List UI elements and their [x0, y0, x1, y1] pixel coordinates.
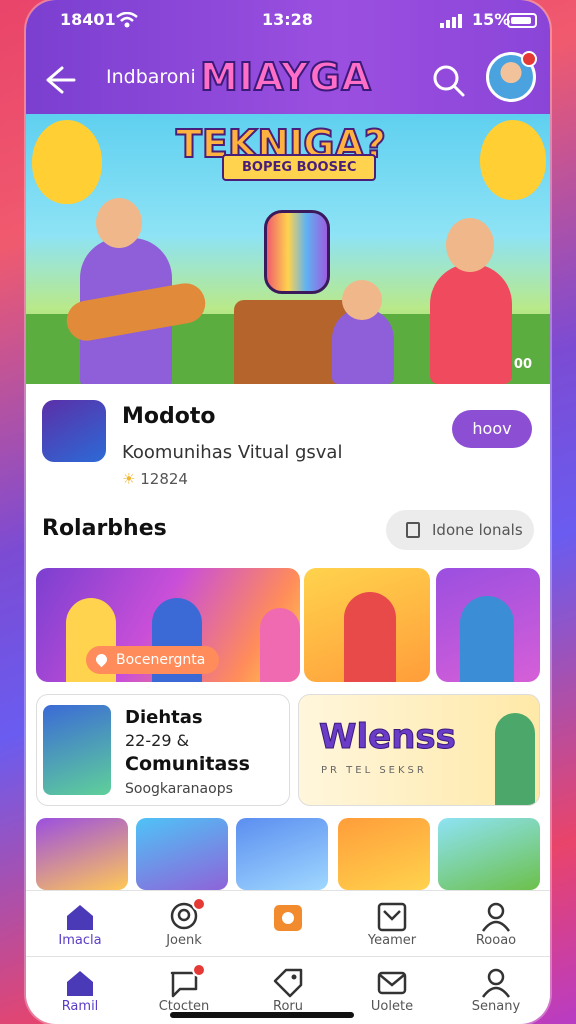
community-tag: Soogkaranaops	[125, 781, 233, 797]
status-time-left: 18401	[60, 10, 116, 29]
community-image	[43, 705, 111, 795]
nav-label: Senany	[471, 999, 521, 1014]
balloon-left-icon	[32, 120, 102, 204]
promo-subtext: PR TEL SEKSR	[321, 765, 427, 776]
app-header: Indbaroni MIAYGA	[26, 51, 550, 108]
more-button[interactable]: Idone lonals	[386, 510, 534, 550]
wifi-icon	[116, 12, 138, 28]
home-indicator[interactable]	[170, 1012, 354, 1018]
app-icon[interactable]	[42, 400, 106, 462]
signal-icon	[440, 14, 462, 28]
mail-icon	[377, 971, 407, 995]
singer-figure	[460, 596, 514, 682]
notification-badge	[192, 963, 206, 977]
singer-card[interactable]	[436, 568, 540, 682]
app-name: Modoto	[122, 404, 216, 429]
woman-figure	[430, 264, 512, 384]
app-info-panel: Modoto Koomunihas Vitual gsval ☀ 12824 h…	[26, 384, 550, 494]
app-rating-value: 12824	[140, 470, 188, 488]
nav-label: Imacla	[58, 933, 102, 948]
nav-label: Joenk	[166, 933, 202, 948]
section-title: Rolarbhes	[42, 516, 167, 541]
phone-screen: 18401 13:28 15% Indbaroni MIAYGA TEKNIGA…	[26, 0, 550, 1024]
nav-inbox[interactable]: Yeamer	[340, 891, 444, 957]
reader-figure	[344, 592, 396, 682]
nav-profile[interactable]: Rooao	[444, 891, 548, 957]
promo-card[interactable]: Wlenss PR TEL SEKSR	[298, 694, 540, 806]
promo-text: Wlenss	[319, 717, 457, 758]
location-tag: Bocenergnta	[86, 646, 220, 674]
nav-label: Uolete	[370, 999, 414, 1014]
nav-home[interactable]: Imacla	[28, 891, 132, 957]
community-card[interactable]: Diehtas 22-29 & Comunitass Soogkaranaops	[36, 694, 290, 806]
featured-person-3	[260, 608, 300, 682]
nav-label: Ramil	[61, 999, 99, 1014]
top-bar: 18401 13:28 15% Indbaroni MIAYGA	[26, 0, 550, 114]
bookmark-icon	[406, 522, 420, 538]
thumbnail-1[interactable]	[36, 818, 128, 890]
follow-button[interactable]: hoov	[452, 410, 532, 448]
profile-icon	[481, 902, 511, 932]
notification-badge	[192, 897, 206, 911]
home-icon	[67, 971, 93, 996]
status-bar: 18401 13:28 15%	[26, 10, 550, 34]
battery-icon	[507, 13, 537, 28]
back-arrow-icon[interactable]	[40, 60, 80, 100]
child-head	[342, 280, 382, 320]
nav2-profile[interactable]: Senany	[444, 957, 548, 1023]
thumbnail-3[interactable]	[236, 818, 328, 890]
search-icon[interactable]	[430, 62, 468, 100]
nav-label: Yeamer	[367, 933, 417, 948]
tag-icon	[273, 968, 303, 998]
header-title: Indbaroni	[106, 66, 196, 88]
nav-label: Rooao	[475, 933, 517, 948]
reader-card[interactable]	[304, 568, 430, 682]
profile-icon	[481, 968, 511, 998]
nav2-home[interactable]: Ramil	[28, 957, 132, 1023]
battery-percent: 15%	[472, 10, 511, 29]
app-description: Koomunihas Vitual gsval	[122, 442, 343, 463]
woman-head	[446, 218, 494, 272]
more-button-label: Idone lonals	[432, 521, 523, 539]
app-rating: ☀ 12824	[122, 470, 188, 488]
featured-card[interactable]: Bocenergnta	[36, 568, 300, 682]
thumbnail-2[interactable]	[136, 818, 228, 890]
hero-ribbon: BOPEG BOOSEC	[222, 154, 377, 181]
hero-banner[interactable]: TEKNIGA? BOPEG BOOSEC 00	[26, 114, 550, 384]
community-title: Diehtas	[125, 707, 203, 728]
thumbnail-5[interactable]	[438, 818, 540, 890]
app-logo-text: MIAYGA	[199, 55, 372, 99]
bottom-nav-primary: Imacla Joenk Yeamer Rooao	[26, 890, 550, 956]
media-icon	[274, 905, 302, 931]
avatar[interactable]	[486, 51, 537, 102]
inbox-icon	[377, 902, 407, 932]
community-subtitle: 22-29 &	[125, 731, 190, 750]
guitarist-head	[96, 198, 142, 248]
nav-chat[interactable]: Joenk	[132, 891, 236, 957]
hero-counter: 00	[513, 357, 532, 372]
thumbnail-4[interactable]	[338, 818, 430, 890]
sun-icon: ☀	[122, 470, 136, 488]
status-time-center: 13:28	[262, 10, 313, 29]
notification-dot	[521, 51, 537, 67]
nav-media[interactable]	[236, 891, 340, 957]
community-title-secondary: Comunitass	[125, 753, 250, 775]
jar-mascot-icon	[264, 210, 330, 294]
home-icon	[67, 905, 93, 930]
balloon-right-icon	[480, 120, 546, 200]
promo-figure	[495, 713, 535, 805]
nav2-mail[interactable]: Uolete	[340, 957, 444, 1023]
